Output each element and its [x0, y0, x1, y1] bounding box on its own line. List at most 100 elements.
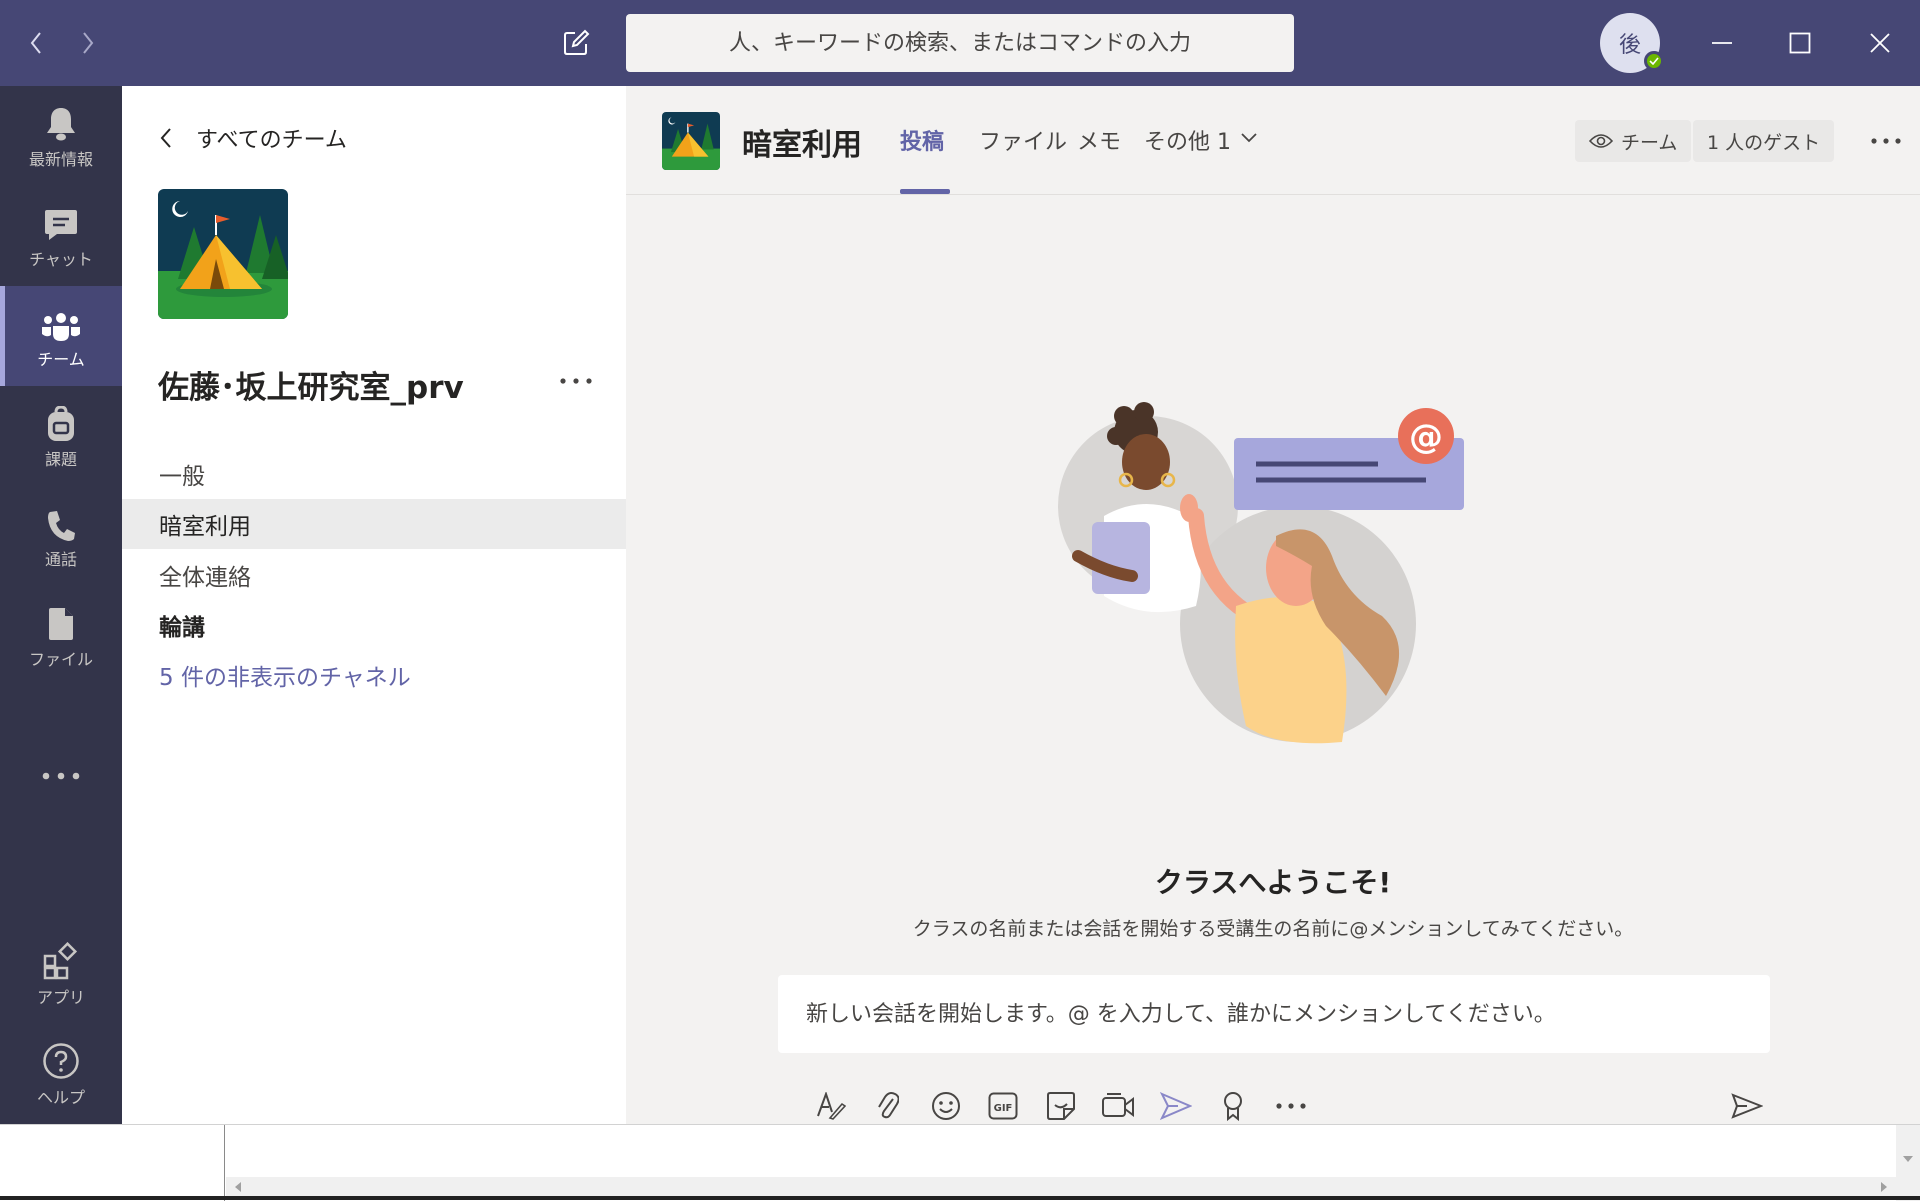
presence-available-icon — [1644, 51, 1664, 71]
channel-label: 輪講 — [159, 615, 205, 641]
gif-icon: GIF — [988, 1092, 1018, 1120]
chevron-right-icon — [83, 32, 94, 54]
forward-button[interactable] — [66, 0, 110, 86]
divider — [224, 1125, 225, 1201]
team-visibility-pill[interactable]: チーム — [1575, 120, 1692, 162]
active-tab-indicator — [900, 189, 950, 194]
send-icon — [1731, 1093, 1763, 1119]
avatar-initial: 後 — [1618, 33, 1641, 58]
minimize-button[interactable] — [1700, 0, 1744, 86]
channel-item-unread[interactable]: 輪講 — [122, 600, 626, 650]
tab-more-label: その他 1 — [1144, 130, 1231, 155]
rail-label: チーム — [37, 350, 85, 369]
guest-pill[interactable]: 1 人のゲスト — [1693, 120, 1835, 162]
channel-header: 暗室利用 投稿 ファイル メモ その他 1 チーム 1 人のゲスト — [626, 86, 1920, 195]
rail-item-help[interactable]: ヘルプ — [0, 1024, 122, 1124]
rail-item-assignments[interactable]: 課題 — [0, 386, 122, 486]
phone-icon — [48, 511, 75, 541]
praise-badge-icon — [1224, 1092, 1243, 1121]
welcome-subtitle: クラスの名前または会話を開始する受講生の名前に@メンションしてみてください。 — [912, 918, 1634, 940]
app-rail: 最新情報 チャット チーム 課題 通話 ファイル アプリ ヘルプ — [0, 86, 122, 1124]
hidden-channels-link[interactable]: 5 件の非表示のチャネル — [122, 650, 626, 700]
more-horizontal-icon — [1871, 138, 1901, 144]
horizontal-scrollbar[interactable] — [226, 1177, 1896, 1197]
rail-label: ヘルプ — [36, 1088, 85, 1107]
paperclip-icon — [878, 1092, 900, 1119]
rail-item-calls[interactable]: 通話 — [0, 486, 122, 586]
team-more-options-button[interactable] — [554, 366, 598, 396]
teams-icon — [42, 313, 80, 341]
sticker-icon — [1046, 1092, 1075, 1120]
file-icon — [49, 608, 73, 640]
channel-item-selected[interactable]: 暗室利用 — [122, 499, 626, 549]
all-teams-back-link[interactable]: すべてのチーム — [160, 120, 347, 156]
channel-label: 一般 — [159, 464, 205, 490]
scroll-right-arrow-icon — [1881, 1182, 1887, 1192]
hidden-channels-label: 5 件の非表示のチャネル — [159, 665, 411, 691]
rail-item-apps[interactable]: アプリ — [0, 924, 122, 1024]
rail-label: チャット — [29, 250, 93, 269]
tab-more-dropdown[interactable]: その他 1 — [1144, 124, 1257, 194]
channel-item[interactable]: 一般 — [122, 449, 626, 499]
back-button[interactable] — [14, 0, 58, 86]
more-horizontal-icon — [560, 378, 592, 384]
team-pill-label: チーム — [1621, 131, 1678, 154]
channel-label: 全体連絡 — [159, 565, 251, 591]
rail-label: 通話 — [44, 550, 77, 569]
channel-main: 暗室利用 投稿 ファイル メモ その他 1 チーム 1 人のゲスト @ クラスへ… — [626, 86, 1920, 1124]
channel-label: 暗室利用 — [159, 514, 251, 540]
help-icon — [43, 1043, 79, 1079]
rail-more-button[interactable] — [0, 741, 122, 811]
tab-files[interactable]: ファイル — [979, 124, 1067, 194]
backpack-icon — [48, 406, 74, 441]
rail-label: アプリ — [36, 988, 85, 1007]
screen-edge — [0, 1196, 1920, 1200]
chat-icon — [45, 210, 77, 240]
close-icon — [1870, 33, 1890, 53]
rail-label: 課題 — [44, 450, 77, 469]
rail-item-teams[interactable]: チーム — [0, 286, 122, 386]
chevron-left-icon — [160, 128, 171, 148]
channel-title: 暗室利用 — [742, 128, 862, 163]
welcome-illustration: @ — [1026, 396, 1506, 756]
more-horizontal-icon — [1276, 1103, 1306, 1109]
title-bar: 後 — [0, 0, 1920, 86]
new-chat-button[interactable] — [554, 0, 598, 86]
rail-item-activity[interactable]: 最新情報 — [0, 86, 122, 186]
apps-icon — [43, 942, 78, 980]
scroll-down-arrow-icon — [1903, 1156, 1913, 1162]
format-text-icon — [816, 1092, 846, 1120]
rail-label: 最新情報 — [28, 150, 93, 169]
svg-text:@: @ — [1409, 417, 1443, 457]
channel-team-icon — [662, 112, 720, 170]
maximize-button[interactable] — [1778, 0, 1822, 86]
bell-icon — [47, 108, 75, 141]
guest-pill-label: 1 人のゲスト — [1707, 131, 1821, 154]
channel-item[interactable]: 全体連絡 — [122, 550, 626, 600]
compose-icon — [564, 29, 590, 55]
rail-label: ファイル — [28, 650, 93, 669]
scroll-left-arrow-icon — [235, 1182, 241, 1192]
emoji-icon — [931, 1092, 960, 1120]
chevron-left-icon — [30, 32, 41, 54]
more-horizontal-icon — [42, 772, 80, 780]
vertical-scrollbar[interactable] — [1896, 1125, 1920, 1201]
rail-item-chat[interactable]: チャット — [0, 186, 122, 286]
svg-text:GIF: GIF — [994, 1103, 1013, 1114]
tab-posts[interactable]: 投稿 — [900, 124, 944, 194]
stream-icon — [1159, 1092, 1192, 1120]
avatar[interactable]: 後 — [1600, 13, 1664, 73]
back-label: すべてのチーム — [196, 128, 347, 153]
close-button[interactable] — [1858, 0, 1902, 86]
maximize-icon — [1789, 32, 1811, 54]
compose-message-input[interactable] — [778, 975, 1770, 1053]
eye-icon — [1589, 134, 1613, 148]
welcome-title: クラスへようこそ! — [1154, 866, 1392, 899]
minimize-icon — [1712, 42, 1732, 44]
chevron-down-icon — [1241, 133, 1257, 143]
background-window-strip — [0, 1124, 1920, 1201]
search-input[interactable] — [626, 14, 1294, 72]
channel-more-options-button[interactable] — [1866, 126, 1906, 156]
tab-notes[interactable]: メモ — [1077, 124, 1121, 194]
rail-item-files[interactable]: ファイル — [0, 586, 122, 686]
